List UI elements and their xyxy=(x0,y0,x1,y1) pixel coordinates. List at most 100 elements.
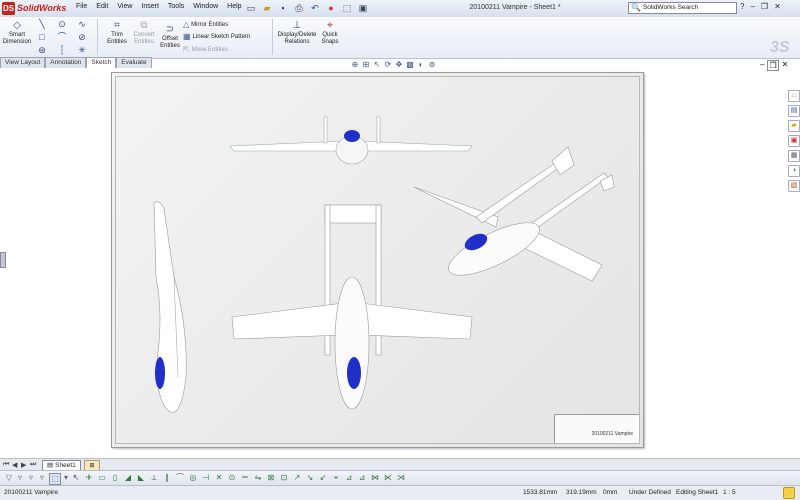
rebuild-status-icon[interactable]: ⚡ xyxy=(783,487,795,499)
fix-icon[interactable]: ✈ xyxy=(84,473,94,483)
doc-restore-button[interactable]: ❐ xyxy=(767,60,779,71)
move-entities-button[interactable]: ⇱ Move Entities xyxy=(183,45,228,54)
tab-sketch[interactable]: Sketch xyxy=(86,57,117,68)
offset-entities-button[interactable]: ⊃ Offset Entities xyxy=(157,24,183,50)
custom-properties-icon[interactable]: ◑ xyxy=(788,165,800,177)
menu-file[interactable]: File xyxy=(76,3,87,10)
relation-2-icon[interactable]: ⊿ xyxy=(357,473,367,483)
relation-3-icon[interactable]: ⋈ xyxy=(370,473,380,483)
rectangle-icon[interactable]: □ xyxy=(37,32,47,42)
arc-icon[interactable]: ⌒ xyxy=(57,32,67,42)
mirror-entities-button[interactable]: △ Mirror Entities xyxy=(183,20,228,29)
smart-dimension-button[interactable]: ◇ Smart Dimension xyxy=(2,20,32,46)
point-icon[interactable]: ⊛ xyxy=(37,45,47,55)
pierce-icon[interactable]: ⊡ xyxy=(279,473,289,483)
horizontal-icon[interactable]: ▭ xyxy=(97,473,107,483)
circle-icon[interactable]: ⊙ xyxy=(57,19,67,29)
drawing-sheet[interactable]: 20100211 Vampire xyxy=(111,72,644,448)
save-icon[interactable]: ▪ xyxy=(276,2,290,15)
along-y-icon[interactable]: ↘ xyxy=(305,473,315,483)
menu-tools[interactable]: Tools xyxy=(168,3,184,10)
vertical-icon[interactable]: ▯ xyxy=(110,473,120,483)
restore-button[interactable]: ❐ xyxy=(761,2,768,11)
hide-show-icon[interactable]: ◐ xyxy=(416,60,426,69)
title-block[interactable]: 20100211 Vampire xyxy=(554,414,639,443)
filter-vertices-icon[interactable]: ▿ xyxy=(15,473,25,483)
display-delete-relations-button[interactable]: ⊥ Display/Delete Relations xyxy=(275,20,319,46)
quick-snaps-button[interactable]: ⌖ Quick Snaps xyxy=(318,20,342,46)
last-sheet-icon[interactable]: ⏭ xyxy=(30,461,36,469)
zoom-to-fit-icon[interactable]: ⊕ xyxy=(350,60,360,69)
rebuild-icon[interactable]: ● xyxy=(324,2,338,15)
menu-edit[interactable]: Edit xyxy=(96,3,108,10)
app-logo[interactable]: DS SolidWorks xyxy=(2,1,68,15)
appearances-icon[interactable]: ▦ xyxy=(788,150,800,162)
menu-insert[interactable]: Insert xyxy=(141,3,159,10)
help-icon[interactable]: ? xyxy=(740,2,744,11)
merge-icon[interactable]: ⊠ xyxy=(266,473,276,483)
ellipse-icon[interactable]: ⊘ xyxy=(77,32,87,42)
filter-faces-icon[interactable]: ▿ xyxy=(37,473,47,483)
relation-4-icon[interactable]: ⋉ xyxy=(383,473,393,483)
along-x-icon[interactable]: ↗ xyxy=(292,473,302,483)
tab-annotation[interactable]: Annotation xyxy=(45,57,87,68)
select-filter-icon[interactable]: ⬚ xyxy=(49,473,61,485)
coincident-icon[interactable]: ⊙ xyxy=(227,473,237,483)
select-icon[interactable]: ⬚ xyxy=(340,2,354,15)
color-icon[interactable]: ▧ xyxy=(788,180,800,192)
equal-icon[interactable]: ＝ xyxy=(240,473,250,483)
undo-icon[interactable]: ↶ xyxy=(308,2,322,15)
previous-view-icon[interactable]: ↖ xyxy=(372,60,382,69)
menu-window[interactable]: Window xyxy=(193,3,218,10)
fix-point-icon[interactable]: ⌖ xyxy=(331,473,341,483)
design-library-icon[interactable]: ▤ xyxy=(788,105,800,117)
convert-entities-button[interactable]: ⧉ Convert Entities xyxy=(130,20,158,46)
view-palette-icon[interactable]: ▣ xyxy=(788,135,800,147)
rotate-icon[interactable]: ⟳ xyxy=(383,60,393,69)
open-icon[interactable]: ▰ xyxy=(260,2,274,15)
doc-close-button[interactable]: ✕ xyxy=(782,60,789,71)
new-document-icon[interactable]: ▭ xyxy=(244,2,258,15)
minimize-button[interactable]: – xyxy=(750,2,754,11)
filter-edges-icon[interactable]: ▿ xyxy=(26,473,36,483)
doc-minimize-button[interactable]: – xyxy=(760,60,764,71)
view-settings-icon[interactable]: ⊚ xyxy=(427,60,437,69)
menu-help[interactable]: Help xyxy=(227,3,241,10)
tab-evaluate[interactable]: Evaluate xyxy=(116,57,152,68)
options-icon[interactable]: ▣ xyxy=(356,2,370,15)
coradial-icon[interactable]: ◣ xyxy=(136,473,146,483)
close-button[interactable]: ✕ xyxy=(774,2,781,11)
search-box[interactable]: 🔍 SolidWorks Search xyxy=(628,2,737,14)
first-sheet-icon[interactable]: ⏮ xyxy=(3,461,9,469)
symmetric-icon[interactable]: ⇋ xyxy=(253,473,263,483)
home-icon[interactable]: ⌂ xyxy=(788,90,800,102)
tangent-icon[interactable]: ⌒ xyxy=(175,473,185,483)
spline-icon[interactable]: ∿ xyxy=(77,19,87,29)
line-icon[interactable]: ╲ xyxy=(37,19,47,29)
filter-icon[interactable]: ▽ xyxy=(4,473,14,483)
menu-view[interactable]: View xyxy=(117,3,132,10)
file-explorer-icon[interactable]: ▰ xyxy=(788,120,800,132)
relation-5-icon[interactable]: ⋊ xyxy=(396,473,406,483)
linear-sketch-pattern-button[interactable]: ▦ Linear Sketch Pattern xyxy=(183,32,250,41)
concentric-icon[interactable]: ◎ xyxy=(188,473,198,483)
parallel-icon[interactable]: ∥ xyxy=(162,473,172,483)
feature-manager-handle[interactable] xyxy=(0,252,6,268)
along-z-icon[interactable]: ↙ xyxy=(318,473,328,483)
search-icon[interactable]: 🔍 xyxy=(631,2,641,14)
front-view[interactable] xyxy=(229,116,473,165)
relation-icon[interactable]: ⊿ xyxy=(344,473,354,483)
pointer-icon[interactable]: ↖ xyxy=(71,473,81,483)
trim-entities-button[interactable]: ⌗ Trim Entities xyxy=(103,20,131,46)
prev-sheet-icon[interactable]: ◀ xyxy=(12,461,17,469)
centerline-icon[interactable]: ┆ xyxy=(57,45,67,55)
text-icon[interactable]: ✳ xyxy=(77,45,87,55)
tab-view-layout[interactable]: View Layout xyxy=(0,57,46,68)
search-input[interactable]: SolidWorks Search xyxy=(643,2,698,14)
pan-icon[interactable]: ✥ xyxy=(394,60,404,69)
dropdown-icon[interactable]: ▾ xyxy=(61,473,71,483)
next-sheet-icon[interactable]: ▶ xyxy=(21,461,26,469)
side-view[interactable] xyxy=(153,201,187,414)
perpendicular-icon[interactable]: ⟂ xyxy=(149,473,159,483)
zoom-to-area-icon[interactable]: ⊞ xyxy=(361,60,371,69)
